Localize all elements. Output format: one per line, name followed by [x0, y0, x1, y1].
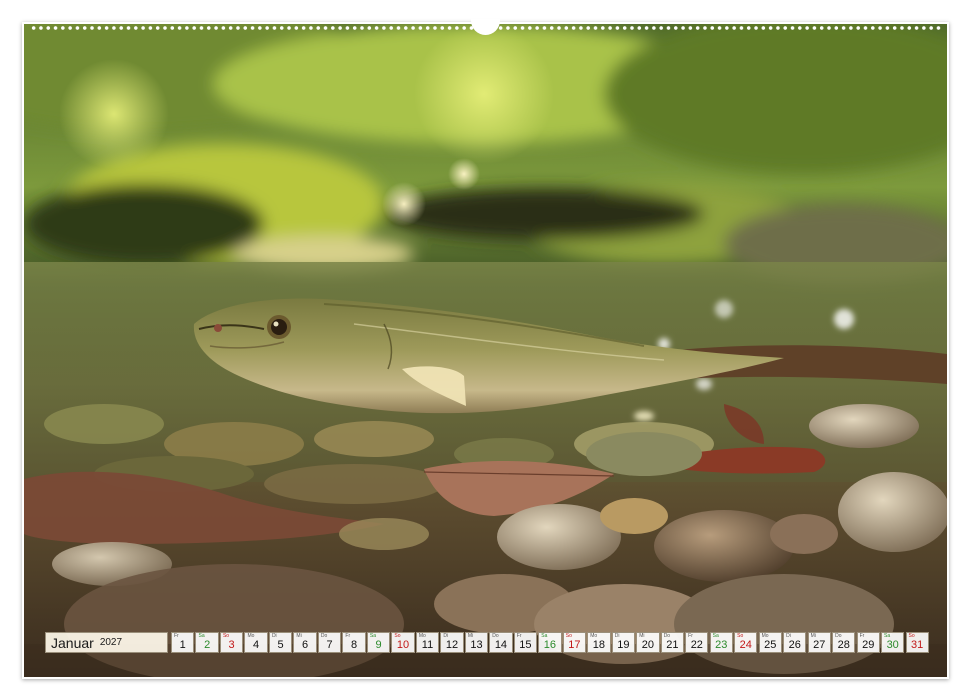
day-number: 1 [179, 639, 186, 651]
day-cell: Sa 23 [709, 632, 733, 653]
month-name: Januar [51, 634, 94, 651]
day-cell: Di 26 [783, 632, 807, 653]
day-number: 26 [788, 639, 801, 651]
day-cells: Fr 1 Sa 2 So 3 Mo 4 Di 5 Mi 6 Do 7 Fr 8 Sa 9 So 10 Mo 11 Di 12 M… [171, 632, 930, 655]
day-number: 24 [739, 639, 752, 651]
day-number: 19 [617, 639, 630, 651]
day-cell: So 10 [391, 632, 415, 653]
year: 2027 [99, 637, 123, 648]
day-cell: Mo 11 [415, 632, 440, 653]
day-cell: So 3 [219, 632, 244, 653]
day-number: 23 [715, 639, 728, 651]
day-cell: So 17 [562, 632, 587, 653]
day-cell: Di 19 [611, 632, 636, 653]
fish-in-stream-photo [24, 24, 947, 677]
day-cell: Sa 16 [538, 632, 562, 653]
day-number: 2 [204, 639, 211, 651]
day-number: 22 [690, 639, 703, 651]
day-cell: Mi 6 [293, 632, 317, 653]
day-number: 27 [813, 639, 826, 651]
day-number: 31 [911, 639, 924, 651]
day-number: 30 [886, 639, 899, 651]
day-cell: Do 21 [660, 632, 684, 653]
day-cell: Fr 29 [856, 632, 880, 653]
day-number: 16 [543, 639, 557, 651]
day-cell: Mo 18 [587, 632, 611, 653]
day-cell: Mo 25 [758, 632, 782, 653]
day-number: 14 [494, 639, 508, 651]
day-number: 17 [568, 639, 581, 651]
day-number: 6 [302, 639, 309, 651]
day-cell: Fr 15 [513, 632, 538, 653]
photo-illustration [24, 24, 947, 677]
day-cell: Do 7 [317, 632, 342, 653]
day-number: 29 [862, 639, 875, 651]
day-number: 11 [421, 639, 434, 651]
day-cell: Fr 22 [685, 632, 709, 653]
day-cell: So 24 [734, 632, 758, 653]
day-cell: Sa 2 [195, 632, 219, 653]
day-number: 12 [445, 639, 459, 651]
day-cell: Fr 1 [171, 632, 195, 653]
day-cell: Sa 9 [366, 632, 391, 653]
day-number: 25 [764, 639, 777, 651]
day-cell: Do 14 [489, 632, 513, 653]
month-label-box: Januar 2027 [45, 632, 168, 653]
day-number: 21 [666, 639, 679, 651]
day-number: 4 [253, 639, 260, 651]
day-number: 9 [375, 639, 382, 651]
day-cell: Mi 27 [807, 632, 831, 653]
day-number: 7 [326, 639, 333, 651]
day-number: 5 [277, 639, 284, 651]
day-cell: Mi 20 [636, 632, 660, 653]
day-cell: So 31 [905, 632, 929, 653]
day-number: 3 [228, 639, 235, 651]
day-number: 18 [592, 639, 605, 651]
day-number: 20 [641, 639, 654, 651]
day-cell: Mo 4 [244, 632, 268, 653]
day-number: 13 [470, 639, 483, 651]
day-number: 15 [519, 639, 532, 651]
calendar-strip: Januar 2027 Fr 1 Sa 2 So 3 Mo 4 Di 5 Mi 6 Do 7 Fr 8 Sa 9 S… [45, 632, 930, 655]
day-number: 8 [350, 639, 358, 651]
day-cell: Di 5 [268, 632, 293, 653]
day-cell: Fr 8 [342, 632, 366, 653]
day-number: 28 [837, 639, 850, 651]
day-cell: Di 12 [440, 632, 464, 653]
day-cell: Sa 30 [881, 632, 905, 653]
day-cell: Do 28 [832, 632, 856, 653]
day-number: 10 [396, 639, 410, 651]
day-cell: Mi 13 [464, 632, 489, 653]
